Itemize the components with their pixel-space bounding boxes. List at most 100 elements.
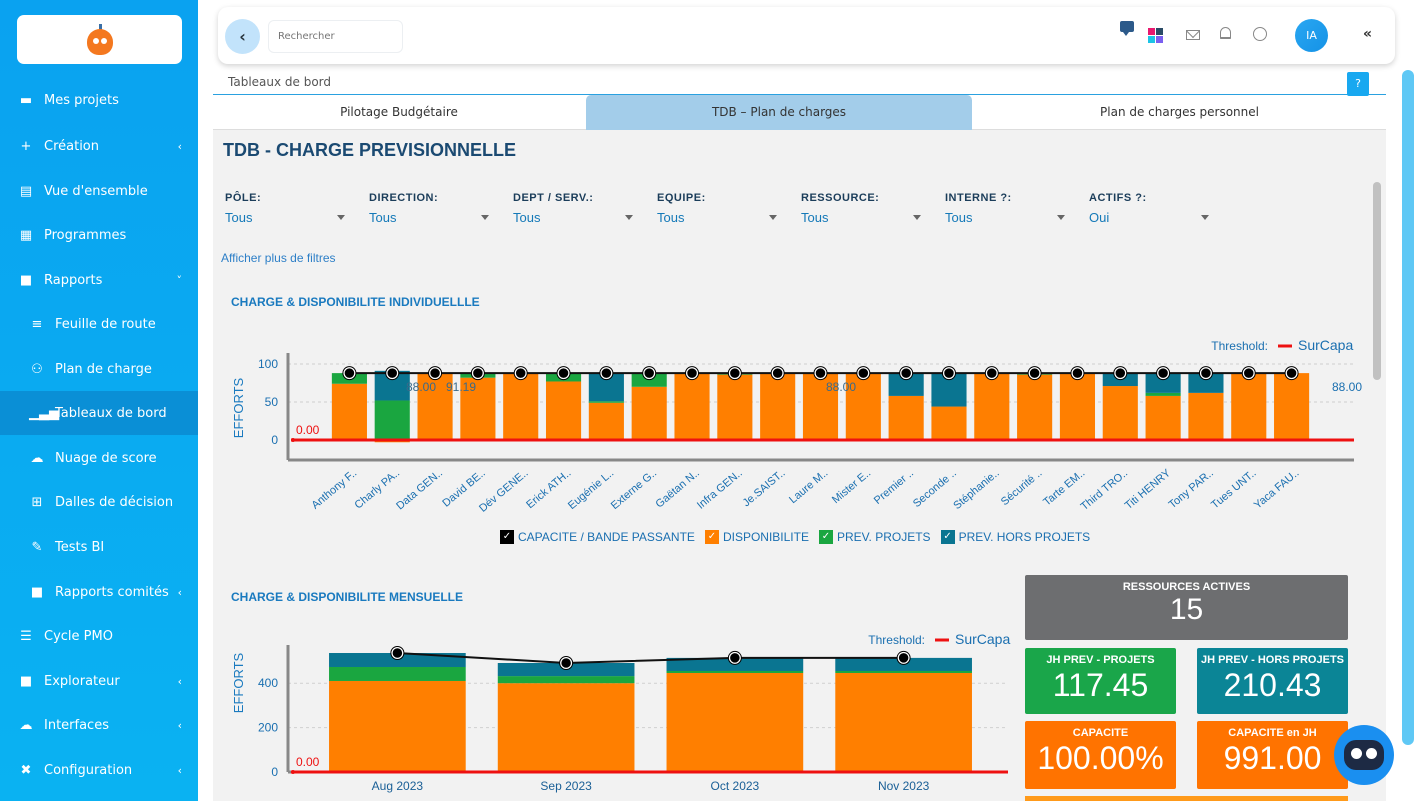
sidebar-item-creation[interactable]: + Création ‹ — [0, 124, 198, 168]
legend-label: DISPONIBILITE — [722, 530, 809, 544]
threshold-legend-label: Threshold: — [868, 633, 925, 647]
filter-label: ACTIFS ?: — [1089, 192, 1147, 204]
filter-1: DIRECTION: Tous — [369, 192, 499, 228]
tab-pilotage-budgetaire[interactable]: Pilotage Budgétaire — [213, 95, 585, 130]
more-filters-link[interactable]: Afficher plus de filtres — [221, 251, 336, 265]
apps-grid-icon[interactable] — [1148, 28, 1163, 43]
assistant-bot-button[interactable] — [1334, 725, 1394, 785]
monthly-chart-svg: 0 200 400 EFFORTS Aug 2023 Sep 2023 Oct 2023 No… — [231, 631, 1010, 793]
logo[interactable] — [17, 15, 182, 64]
filter-label: PÔLE: — [225, 192, 262, 204]
sidebar-item-rapports-comites[interactable]: ■ Rapports comités ‹ — [0, 570, 198, 614]
content-scrollbar[interactable] — [1373, 182, 1381, 380]
help-button[interactable]: ? — [1347, 72, 1369, 96]
x-tick-label: Yaca FAU.. — [1252, 467, 1302, 511]
checkbox-icon[interactable]: ✓ — [704, 530, 719, 544]
search-input[interactable] — [268, 20, 403, 53]
avatar[interactable]: IA — [1295, 19, 1328, 52]
bar-segment-prev-projets — [329, 666, 466, 681]
bar-segment-disponibilite — [329, 680, 466, 772]
bar-segment-prev-projets — [374, 400, 410, 440]
capacity-point — [728, 366, 742, 380]
sidebar-item-nuage-de-score[interactable]: ☁ Nuage de score — [0, 436, 198, 480]
sidebar-item-explorateur[interactable]: ■ Explorateur ‹ — [0, 659, 198, 703]
chat-icon[interactable] — [1120, 21, 1134, 32]
filter-select[interactable]: Tous — [513, 210, 643, 228]
sidebar-item-cycle-pmo[interactable]: ☰ Cycle PMO — [0, 614, 198, 658]
capacity-point — [514, 366, 527, 380]
sidebar-item-label: Interfaces — [44, 717, 109, 733]
sidebar-item-feuille-de-route[interactable]: ≡ Feuille de route — [0, 302, 198, 346]
filter-select[interactable]: Tous — [369, 210, 499, 228]
back-button[interactable]: ‹ — [225, 19, 260, 54]
capacity-point — [600, 366, 613, 380]
collapse-panel-button[interactable]: « — [1363, 26, 1372, 42]
sidebar-item-vue-d-ensemble[interactable]: ▤ Vue d'ensemble — [0, 169, 198, 213]
sidebar-item-configuration[interactable]: ✖ Configuration ‹ — [0, 748, 198, 792]
tab-label: TDB – Plan de charges — [711, 105, 847, 119]
x-tick-label: Sep 2023 — [540, 779, 592, 793]
bar-segment-prev-projets — [835, 670, 972, 673]
bar-segment-disponibilite — [631, 386, 667, 440]
sidebar-item-label: Explorateur — [44, 673, 120, 689]
filter-label: DEPT / SERV.: — [513, 192, 594, 204]
page-scrollbar[interactable] — [1402, 70, 1414, 745]
checkbox-icon[interactable]: ✓ — [940, 530, 955, 544]
sidebar-item-label: Mes projets — [44, 92, 119, 108]
bar-segment-disponibilite — [931, 406, 967, 440]
x-tick-label: Gaëtan N.. — [653, 467, 701, 510]
sidebar-item-tests-bi[interactable]: ✎ Tests BI — [0, 525, 198, 569]
file-download-icon: ■ — [19, 673, 33, 689]
clock-icon[interactable] — [1253, 27, 1267, 41]
y-tick-label: 0 — [271, 765, 278, 779]
tab-plan-de-charges-personnel[interactable]: Plan de charges personnel — [973, 95, 1386, 130]
legend-item[interactable]: ✓ PREV. HORS PROJETS — [940, 530, 1091, 544]
bar-segment-disponibilite — [1102, 386, 1138, 440]
sidebar-item-label: Tableaux de bord — [55, 405, 167, 421]
capacity-point — [814, 366, 827, 380]
breadcrumb[interactable]: Tableaux de bord — [228, 75, 331, 89]
y-tick-label: 0 — [271, 433, 278, 447]
tab-tdb-plan-de-charges[interactable]: TDB – Plan de charges — [586, 95, 972, 130]
filter-select[interactable]: Tous — [945, 210, 1075, 228]
table-icon: ⊞ — [31, 494, 43, 510]
sidebar-item-plan-de-charge[interactable]: ⚇ Plan de charge — [0, 347, 198, 391]
checkbox-icon[interactable]: ✓ — [500, 530, 514, 544]
legend-item[interactable]: ✓ CAPACITE / BANDE PASSANTE — [500, 530, 695, 544]
sidebar-item-interfaces[interactable]: ☁ Interfaces ‹ — [0, 703, 198, 747]
threshold-legend-name: SurCapa — [955, 631, 1010, 647]
sidebar-item-programmes[interactable]: ▦ Programmes — [0, 213, 198, 257]
sidebar-item-rapports[interactable]: ■ Rapports ˅ — [0, 258, 198, 302]
filter-select[interactable]: Oui — [1089, 210, 1219, 228]
filter-select[interactable]: Tous — [801, 210, 931, 228]
x-tick-label: Third TRO.. — [1079, 467, 1131, 513]
kpi-value: 210.43 — [1223, 667, 1322, 703]
checklist-icon: ☰ — [20, 628, 32, 644]
capacity-point — [728, 651, 742, 665]
filter-select[interactable]: Tous — [657, 210, 787, 228]
chevron-down-icon: ˅ — [176, 273, 183, 287]
page-title: TDB - CHARGE PREVISIONNELLE — [223, 140, 517, 160]
sidebar-item-tableaux-de-bord[interactable]: ▁▃▅ Tableaux de bord — [0, 391, 198, 435]
chevron-left-icon: ‹ — [177, 763, 182, 777]
sidebar-item-label: Nuage de score — [55, 450, 157, 466]
x-tick-label: Laure M.. — [787, 467, 830, 506]
filter-label: INTERNE ?: — [945, 192, 1012, 204]
chart-legend: ✓ CAPACITE / BANDE PASSANTE ✓ DISPONIBILITE… — [500, 530, 1090, 544]
kpi-value: 991.00 — [1223, 740, 1322, 776]
file-icon: ■ — [19, 272, 33, 288]
legend-item[interactable]: ✓ DISPONIBILITE — [704, 530, 809, 544]
filter-value: Tous — [801, 210, 829, 225]
chevron-left-icon: ‹ — [177, 718, 182, 732]
bell-icon[interactable] — [1220, 27, 1231, 39]
checkbox-icon[interactable]: ✓ — [818, 530, 833, 544]
x-tick-label: Anthony F.. — [309, 467, 359, 512]
filter-select[interactable]: Tous — [225, 210, 355, 228]
legend-item[interactable]: ✓ PREV. PROJETS — [818, 530, 931, 544]
sidebar-item-dalles-de-decision[interactable]: ⊞ Dalles de décision — [0, 480, 198, 524]
bar-segment-disponibilite — [717, 374, 753, 440]
sidebar-item-mes-projets[interactable]: ▬ Mes projets — [0, 78, 198, 122]
threshold-legend-name: SurCapa — [1298, 337, 1353, 353]
legend-label: PREV. HORS PROJETS — [958, 530, 1091, 544]
avatar-initials: IA — [1306, 29, 1317, 42]
